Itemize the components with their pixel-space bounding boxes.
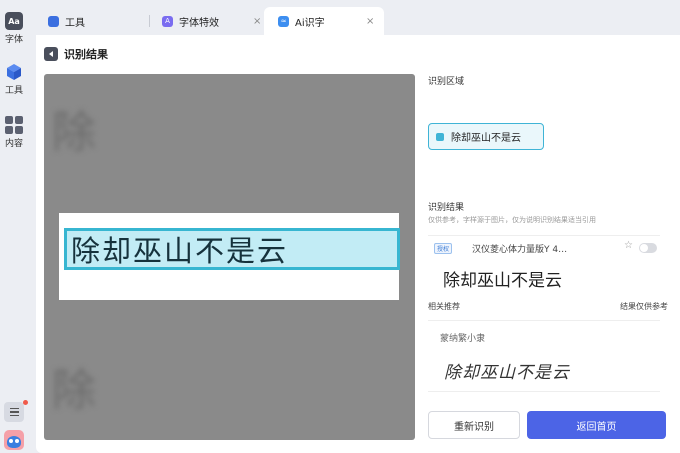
notification-dot	[23, 400, 28, 405]
recognized-text-in-image: 除却巫山不是云	[71, 234, 289, 268]
result-note: 仅供参考，字样源于图片，仅为说明识别结果适当引用	[428, 216, 596, 224]
tab-divider	[149, 15, 150, 27]
area-chip-text: 除却巫山不是云	[451, 133, 521, 144]
retry-button[interactable]: 重新识别	[428, 411, 520, 439]
effects-icon: A	[162, 15, 173, 27]
area-label: 识别区域	[428, 77, 465, 87]
recommend-title: 相关推荐	[428, 302, 460, 311]
compare-toggle[interactable]	[639, 243, 657, 253]
blurred-text: 除 是	[52, 107, 415, 158]
recommend-font-name[interactable]: 蒙纳繁小隶	[440, 331, 485, 344]
tab-label: 字体特效	[179, 17, 219, 29]
tab-label: Ai识字	[295, 17, 325, 29]
tab-tools[interactable]: 工具	[48, 7, 148, 35]
tab-label: 工具	[65, 17, 85, 29]
page-header: 识别结果	[44, 46, 108, 62]
grid-icon	[5, 116, 23, 134]
tab-bar: 工具 A 字体特效 × ≈ Ai识字 ×	[36, 7, 680, 35]
color-square-icon	[436, 132, 444, 141]
blurred-text: 除 是	[52, 365, 415, 416]
recommend-note: 结果仅供参考	[620, 302, 668, 311]
tab-ai-ocr[interactable]: ≈ Ai识字 ×	[264, 7, 384, 35]
area-chip[interactable]: 除却巫山不是云	[428, 123, 544, 150]
home-button[interactable]: 返回首页	[527, 411, 666, 439]
avatar[interactable]	[4, 430, 24, 450]
font-aa-icon: Aa	[5, 12, 23, 30]
back-icon[interactable]	[44, 47, 58, 61]
page-title: 识别结果	[64, 48, 108, 61]
left-rail: Aa 字体 工具 内容	[0, 0, 28, 453]
result-preview: 除却巫山不是云	[443, 271, 562, 291]
close-icon[interactable]: ×	[253, 16, 261, 27]
rail-item-tools[interactable]: 工具	[0, 63, 28, 96]
rail-item-fonts[interactable]: Aa 字体	[0, 12, 28, 45]
rail-item-label: 内容	[4, 139, 23, 149]
result-font-name[interactable]: 汉仪菱心体力量版Y 4…	[472, 242, 567, 255]
rail-item-label: 字体	[4, 35, 23, 45]
source-image: 除 是 除 是 除却巫山不是云	[44, 74, 415, 440]
recommend-preview: 除却巫山不是云	[444, 363, 570, 383]
menu-icon[interactable]	[4, 400, 28, 422]
cube-icon	[5, 63, 23, 81]
license-badge: 授权	[434, 243, 453, 254]
result-label: 识别结果	[428, 203, 465, 213]
results-column: 识别区域 除却巫山不是云 识别结果 仅供参考，字样源于图片，仅为说明识别结果适当…	[428, 35, 668, 453]
rail-item-label: 工具	[4, 86, 23, 96]
result-card[interactable]: 授权 汉仪菱心体力量版Y 4… ☆ 除却巫山不是云	[428, 235, 660, 295]
cube-icon	[48, 15, 59, 27]
ai-icon: ≈	[278, 15, 289, 27]
main-panel: 识别结果 除 是 除 是 除却巫山不是云 识别区域 除却巫山不是云 识别结果 仅…	[36, 35, 680, 453]
recognition-selection-box[interactable]: 除却巫山不是云	[64, 228, 400, 270]
tab-font-effects[interactable]: A 字体特效 ×	[162, 7, 262, 35]
rail-item-content[interactable]: 内容	[0, 116, 28, 149]
recommend-card[interactable]: 蒙纳繁小隶 除却巫山不是云	[428, 320, 660, 392]
star-icon[interactable]: ☆	[624, 240, 633, 251]
close-icon[interactable]: ×	[366, 16, 374, 27]
